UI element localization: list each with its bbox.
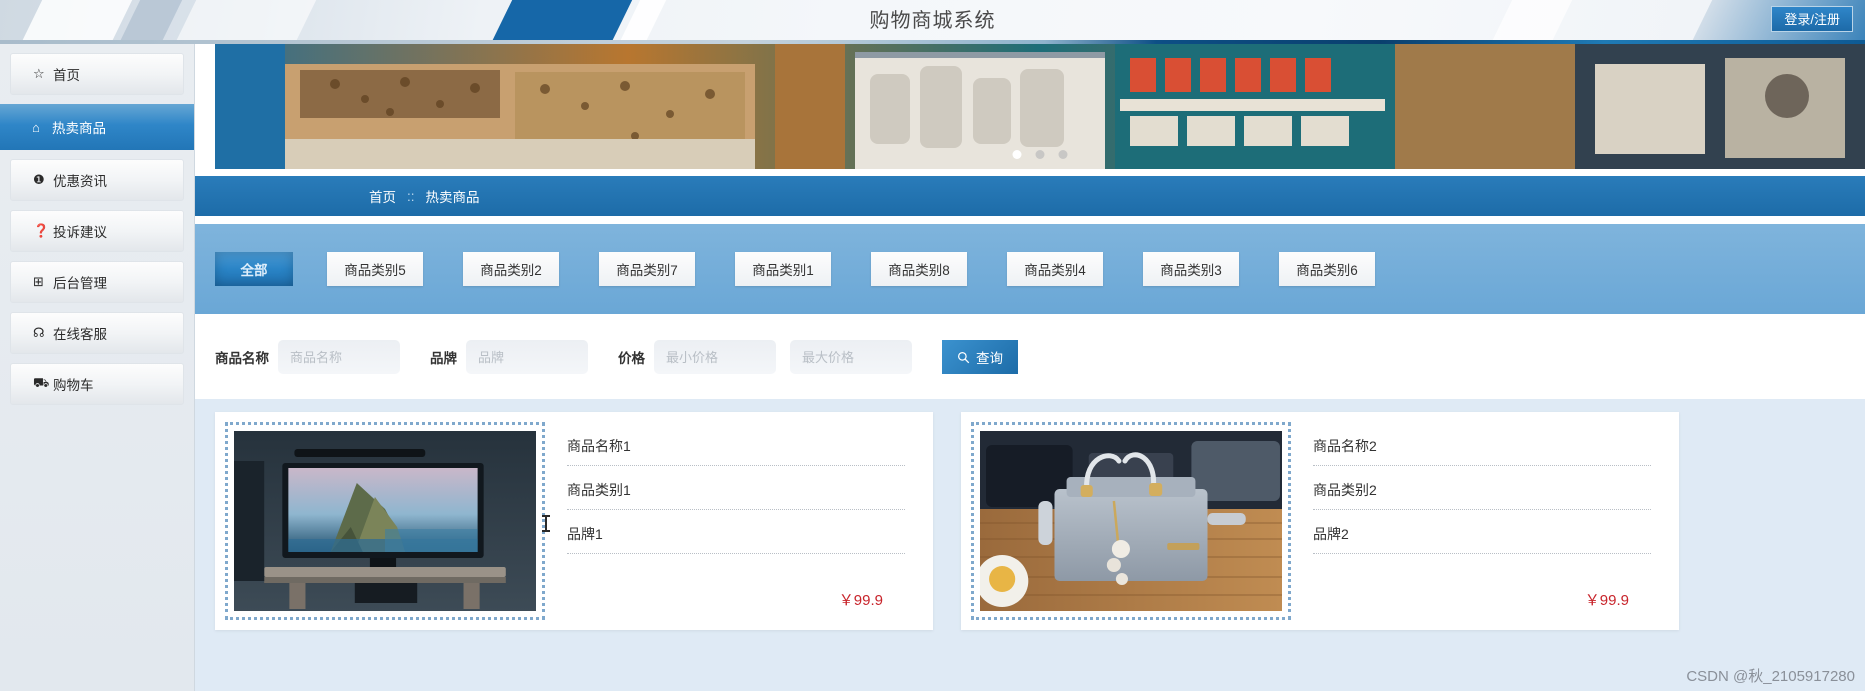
sidebar-item-admin[interactable]: ⊞ 后台管理 (10, 261, 184, 303)
sidebar-item-label: 投诉建议 (53, 225, 107, 240)
tab-category-1[interactable]: 商品类别1 (735, 252, 831, 286)
tab-category-7[interactable]: 商品类别7 (599, 252, 695, 286)
sidebar-item-label: 首页 (53, 68, 80, 83)
banner-carousel[interactable] (215, 44, 1865, 169)
brand-input[interactable] (466, 340, 588, 374)
product-image[interactable] (234, 431, 536, 611)
grid-icon: ⊞ (33, 274, 44, 289)
tab-category-6[interactable]: 商品类别6 (1279, 252, 1375, 286)
sidebar: ☆ 首页 ⌂ 热卖商品 ❶ 优惠资讯 ❓ 投诉建议 ⊞ 后台管理 ☊ 在线客服 … (0, 44, 195, 691)
tv-product-photo (234, 431, 536, 611)
product-list: 商品名称1 商品类别1 品牌1 ￥99.9 商品名称2 商品类别2 品牌2 ￥9… (195, 399, 1865, 691)
carousel-dots[interactable] (1012, 150, 1068, 159)
product-name: 商品名称2 (1313, 436, 1651, 466)
question-icon: ❓ (33, 223, 50, 238)
search-filter-bar: 商品名称 品牌 价格 查询 (195, 320, 1865, 394)
login-register-button[interactable]: 登录/注册 (1771, 6, 1853, 32)
product-name: 商品名称1 (567, 436, 905, 466)
category-tab-bar: 全部 商品类别5 商品类别2 商品类别7 商品类别1 商品类别8 商品类别4 商… (195, 224, 1865, 314)
tab-all[interactable]: 全部 (215, 252, 293, 286)
bag-icon: ⌂ (32, 119, 40, 135)
brand-label: 品牌 (430, 351, 457, 366)
text-cursor (542, 515, 550, 532)
main-content: 首页 :: 热卖商品 全部 商品类别5 商品类别2 商品类别7 商品类别1 商品… (195, 44, 1865, 691)
search-icon (958, 351, 970, 363)
sidebar-item-label: 购物车 (53, 378, 94, 393)
sidebar-item-customer-service[interactable]: ☊ 在线客服 (10, 312, 184, 354)
sidebar-item-label: 热卖商品 (52, 121, 106, 136)
breadcrumb: 首页 :: 热卖商品 (195, 176, 1865, 216)
price-min-input[interactable] (654, 340, 776, 374)
breadcrumb-home-link[interactable]: 首页 (369, 186, 396, 206)
sidebar-item-label: 优惠资讯 (53, 174, 107, 189)
tab-category-8[interactable]: 商品类别8 (871, 252, 967, 286)
sidebar-item-promotions[interactable]: ❶ 优惠资讯 (10, 159, 184, 201)
price-max-input[interactable] (790, 340, 912, 374)
price-label: 价格 (618, 351, 645, 366)
page-title: 购物商城系统 (869, 10, 996, 32)
product-image-frame (971, 422, 1291, 620)
info-icon: ❶ (33, 172, 45, 187)
cart-icon: ⛟ (33, 375, 50, 390)
product-info: 商品名称1 商品类别1 品牌1 ￥99.9 (545, 422, 923, 620)
sidebar-item-label: 后台管理 (53, 276, 107, 291)
sidebar-item-complaints[interactable]: ❓ 投诉建议 (10, 210, 184, 252)
product-card[interactable]: 商品名称2 商品类别2 品牌2 ￥99.9 (961, 412, 1679, 630)
sidebar-item-hot-products[interactable]: ⌂ 热卖商品 (0, 104, 194, 150)
product-category: 商品类别2 (1313, 480, 1651, 510)
tab-category-3[interactable]: 商品类别3 (1143, 252, 1239, 286)
tab-category-5[interactable]: 商品类别5 (327, 252, 423, 286)
product-category: 商品类别1 (567, 480, 905, 510)
product-card[interactable]: 商品名称1 商品类别1 品牌1 ￥99.9 (215, 412, 933, 630)
product-image[interactable] (980, 431, 1282, 611)
query-button-label: 查询 (976, 351, 1003, 366)
carousel-dot-1[interactable] (1012, 150, 1022, 159)
product-info: 商品名称2 商品类别2 品牌2 ￥99.9 (1291, 422, 1669, 620)
product-brand: 品牌1 (567, 524, 905, 554)
headset-icon: ☊ (33, 325, 45, 340)
sidebar-item-cart[interactable]: ⛟ 购物车 (10, 363, 184, 405)
breadcrumb-separator: :: (407, 188, 415, 204)
product-image-frame (225, 422, 545, 620)
carousel-dot-3[interactable] (1058, 150, 1068, 159)
query-button[interactable]: 查询 (942, 340, 1018, 374)
product-name-label: 商品名称 (215, 351, 269, 366)
sidebar-item-home[interactable]: ☆ 首页 (10, 53, 184, 95)
breadcrumb-current: 热卖商品 (425, 190, 480, 205)
product-price: ￥99.9 (838, 592, 883, 609)
product-brand: 品牌2 (1313, 524, 1651, 554)
watermark: CSDN @秋_2105917280 (1686, 668, 1855, 685)
product-price: ￥99.9 (1584, 592, 1629, 609)
star-icon: ☆ (33, 66, 45, 81)
carousel-dot-2[interactable] (1035, 150, 1045, 159)
tab-category-4[interactable]: 商品类别4 (1007, 252, 1103, 286)
tab-category-2[interactable]: 商品类别2 (463, 252, 559, 286)
app-header: 购物商城系统 登录/注册 (0, 0, 1865, 42)
handbag-product-photo (980, 431, 1282, 611)
product-name-input[interactable] (278, 340, 400, 374)
sidebar-item-label: 在线客服 (53, 327, 107, 342)
